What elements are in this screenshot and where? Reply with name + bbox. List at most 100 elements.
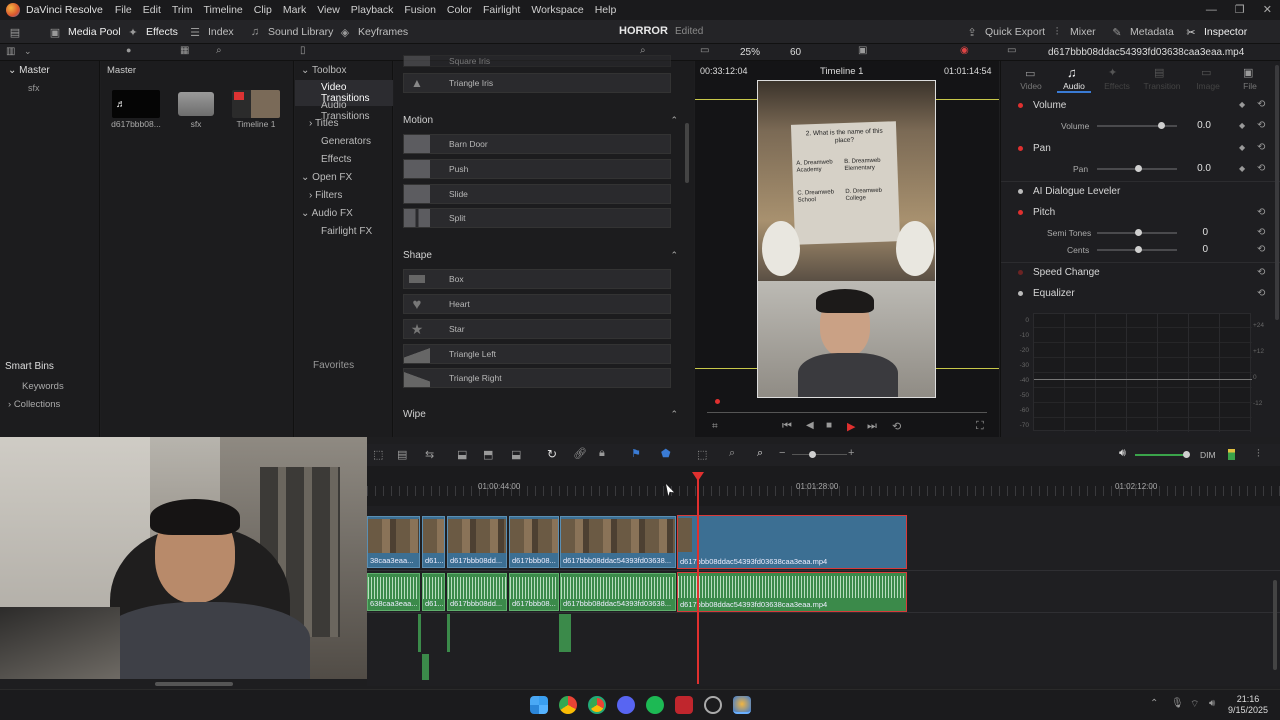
video-clip[interactable]: d617bbb08dd... [447,516,507,568]
semitones-knob[interactable] [1135,229,1142,236]
menu-help[interactable]: Help [595,4,617,16]
play-reverse-icon[interactable]: ◀ [806,420,814,431]
volume-tray-icon[interactable]: 🔊︎ [1209,698,1215,709]
tree-titles[interactable]: › Titles [309,118,338,129]
fps-value[interactable]: 60 [790,47,801,58]
discord-icon[interactable] [617,696,635,714]
video-clip[interactable]: 38caa3eaa... [367,516,420,568]
inspector-scrollbar[interactable] [1275,65,1279,320]
tree-fairlight-fx[interactable]: Fairlight FX [321,226,372,237]
effects-tab-icon[interactable]: ✦ [1108,66,1117,79]
section-shape[interactable]: Shape [403,250,432,261]
zoom-slider[interactable] [792,454,847,455]
smart-bins-header[interactable]: Smart Bins [5,361,54,372]
pitch-section[interactable]: Pitch [1033,207,1055,218]
reset-icon[interactable]: ⟲ [1257,267,1265,278]
speed-change-toggle[interactable] [1018,270,1023,275]
marker-icon[interactable]: ⬟ [661,447,671,460]
skip-start-icon[interactable]: ⏮ [782,420,792,433]
overwrite-clip-icon[interactable]: ⬒ [483,448,493,461]
index-button[interactable]: ☰ Index [188,24,234,40]
viewer-scrubber[interactable] [707,412,987,413]
volume-section[interactable]: Volume [1033,100,1066,111]
close-icon[interactable]: ✕ [1263,4,1272,16]
keyframe-diamond-icon[interactable]: ◆ [1239,100,1245,109]
audio-clip-selected[interactable]: d617bbb08ddac54393fd03638caa3eaa.mp4 [677,572,907,612]
reset-icon[interactable]: ⟲ [1257,99,1265,110]
menu-mark[interactable]: Mark [283,4,306,16]
obs-icon[interactable] [704,696,722,714]
video-clip[interactable]: d61... [422,516,445,568]
reset-icon[interactable]: ⟲ [1257,288,1265,299]
mic-icon[interactable]: 🎙︎ [1171,698,1184,709]
color-picker-icon[interactable]: ◉ [960,45,969,56]
audio-clip[interactable]: d61... [422,573,445,611]
menu-fairlight[interactable]: Fairlight [483,4,520,16]
metadata-button[interactable]: ✎ Metadata [1110,24,1173,40]
crop-icon[interactable]: ⌗ [712,421,718,432]
speed-change-section[interactable]: Speed Change [1033,267,1100,278]
quick-export-button[interactable]: ⇪ Quick Export [965,24,1045,40]
chrome-icon[interactable] [559,696,577,714]
equalizer-section[interactable]: Equalizer [1033,288,1075,299]
video-clip[interactable]: d617bbb08ddac54393fd03638... [560,516,676,568]
davinci-taskbar-icon[interactable] [733,696,751,714]
cents-knob[interactable] [1135,246,1142,253]
volume-value[interactable]: 0.0 [1181,120,1211,131]
sound-library-button[interactable]: ♫ Sound Library [248,24,334,40]
audio-tab-icon[interactable]: ♫ [1067,65,1077,80]
sfx-clip[interactable] [418,614,421,652]
replace-clip-icon[interactable]: ⬓ [511,448,521,461]
tree-toolbox[interactable]: ⌄ Toolbox [301,65,346,76]
link-icon[interactable]: 🔗︎ [573,447,587,460]
volume-slider[interactable] [1097,125,1177,127]
pan-enable-toggle[interactable] [1018,146,1023,151]
smart-bin-collections[interactable]: › Collections [8,399,60,410]
timeline-ruler[interactable]: 01:00:44:00 01:01:28:00 01:02:12:00 [367,466,1280,506]
dialogue-leveler-section[interactable]: AI Dialogue Leveler [1033,186,1120,197]
fx-push[interactable]: Push [403,159,671,179]
volume-knob[interactable] [1158,122,1165,129]
menu-fusion[interactable]: Fusion [404,4,436,16]
tree-audio-fx[interactable]: ⌄ Audio FX [301,208,353,219]
cents-value[interactable]: 0 [1178,244,1208,255]
keyframe-diamond-icon[interactable]: ◆ [1239,143,1245,152]
video-clip[interactable]: d617bbb08... [509,516,559,568]
menu-trim[interactable]: Trim [172,4,193,16]
menu-clip[interactable]: Clip [254,4,272,16]
audio-clip[interactable]: d617bbb08ddac54393fd03638... [560,573,676,611]
timeline-h-scrollbar[interactable] [155,682,233,686]
collapse-icon[interactable]: ⌃ [670,250,678,261]
maximize-icon[interactable]: ❐ [1235,4,1245,16]
trim-tool-icon[interactable]: ▤ [397,448,407,461]
fx-barn-door[interactable]: Barn Door [403,134,671,154]
reset-icon[interactable]: ⟲ [1257,120,1265,131]
section-motion[interactable]: Motion [403,115,433,126]
skip-end-icon[interactable]: ⏭ [867,420,877,433]
timeline-name[interactable]: Timeline 1 [820,66,863,77]
reset-icon[interactable]: ⟲ [1257,227,1265,238]
inspector-button[interactable]: ✂ Inspector [1184,24,1247,40]
fx-star[interactable]: ★ Star [403,319,671,339]
menu-edit[interactable]: Edit [143,4,161,16]
file-tab-icon[interactable]: ▣ [1243,66,1253,79]
smart-bin-keywords[interactable]: Keywords [22,381,64,392]
timeline-options-icon[interactable]: ⫶ [1257,448,1260,461]
fx-slide[interactable]: Slide [403,184,671,204]
viewer-layout-icon[interactable]: ▭ [700,45,709,56]
bin-sfx[interactable]: sfx [28,83,40,93]
panel-layout-icon[interactable]: ▤ [8,24,28,40]
audio-clip[interactable]: 638caa3eaa... [367,573,420,611]
video-frame[interactable]: 2. What is the name of this place? A. Dr… [757,80,936,398]
transition-tab-icon[interactable]: ▤ [1154,66,1164,79]
zoom-level[interactable]: 25% [740,47,760,58]
tree-generators[interactable]: Generators [321,136,371,147]
sidebar-toggle-icon[interactable]: ▥ [6,46,15,57]
audio-clip[interactable]: d617bbb08dd... [447,573,507,611]
fx-heart[interactable]: ♥ Heart [403,294,671,314]
video-clip-selected[interactable]: d617bbb08ddac54393fd03638caa3eaa.mp4 [677,515,907,569]
equalizer-toggle[interactable] [1018,291,1023,296]
pan-value[interactable]: 0.0 [1181,163,1211,174]
tree-filters[interactable]: › Filters [309,190,342,201]
collapse-icon[interactable]: ⌃ [670,115,678,126]
